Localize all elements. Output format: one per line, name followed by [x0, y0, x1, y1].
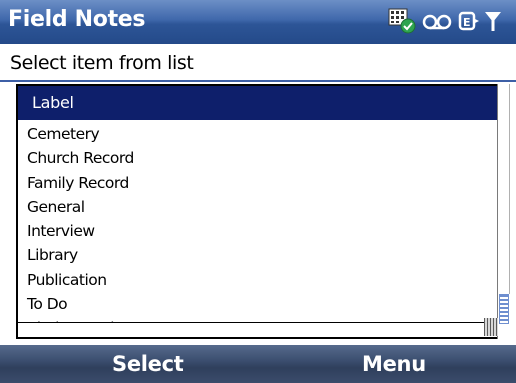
list-header[interactable]: Label [18, 86, 500, 120]
scrollbar-track[interactable] [499, 84, 510, 294]
svg-text:E: E [463, 16, 471, 29]
list-item[interactable]: Library [18, 243, 488, 267]
list-item[interactable]: Family Record [18, 171, 488, 195]
signal-strength-icon [484, 9, 502, 33]
horizontal-scrollbar[interactable] [18, 322, 488, 333]
scrollbar-thumb[interactable] [499, 294, 509, 324]
list-item[interactable]: Cemetery [18, 122, 488, 146]
select-softkey[interactable]: Select [112, 352, 184, 376]
list-header-label: Label [32, 93, 74, 112]
list-item[interactable]: General [18, 195, 488, 219]
status-bar: E [388, 4, 502, 38]
scrollbar-corner [484, 318, 498, 336]
voicemail-icon [422, 11, 454, 31]
list-rows: Cemetery Church Record Family Record Gen… [18, 122, 488, 337]
list-item[interactable]: Interview [18, 219, 488, 243]
title-bar: Field Notes E [0, 0, 516, 44]
prompt-text: Select item from list [10, 52, 194, 74]
menu-softkey[interactable]: Menu [362, 352, 426, 376]
data-connection-icon: E [458, 9, 480, 33]
app-title: Field Notes [8, 7, 146, 32]
list-item[interactable]: To Do [18, 292, 488, 316]
divider [0, 80, 516, 82]
list-item[interactable]: Church Record [18, 146, 488, 170]
list-item[interactable]: Publication [18, 268, 488, 292]
soft-key-bar: Select Menu [0, 345, 516, 383]
list-view[interactable]: Label Cemetery Church Record Family Reco… [16, 84, 502, 339]
calendar-sync-icon [388, 8, 418, 34]
vertical-scrollbar[interactable] [497, 84, 511, 339]
